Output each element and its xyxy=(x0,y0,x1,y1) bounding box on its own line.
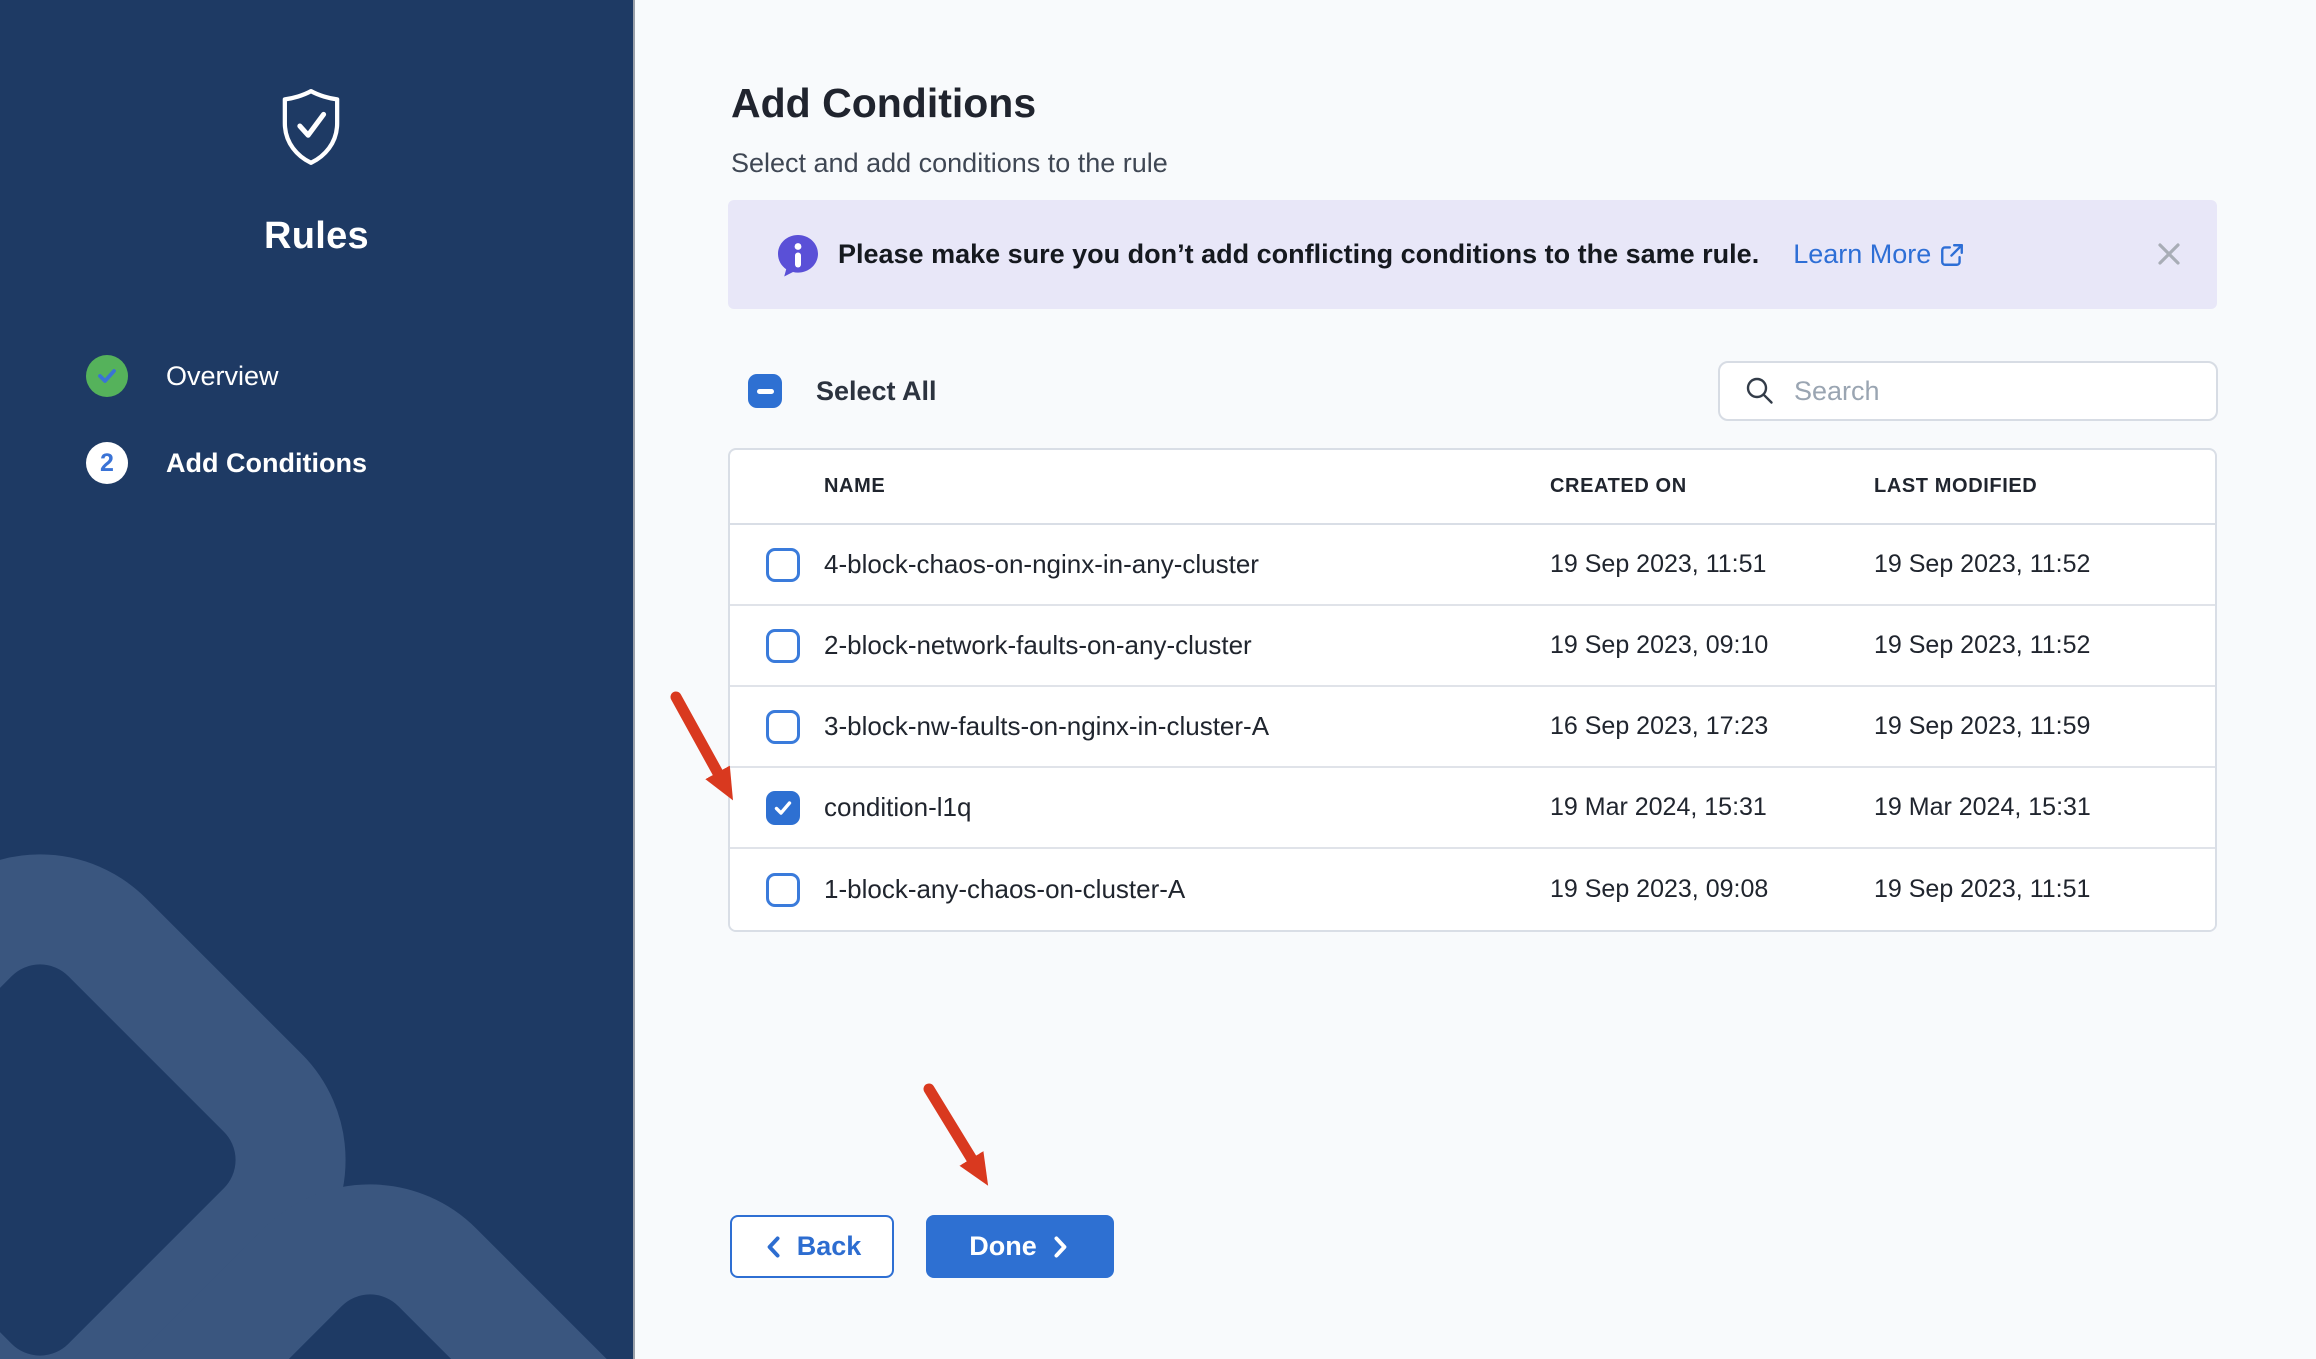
check-icon xyxy=(772,797,794,819)
table-row[interactable]: 1-block-any-chaos-on-cluster-A 19 Sep 20… xyxy=(730,849,2215,930)
chevron-right-icon xyxy=(1051,1235,1071,1259)
page-title: Add Conditions xyxy=(731,80,1036,127)
row-checkbox-unchecked[interactable] xyxy=(766,629,800,663)
step-label: Overview xyxy=(166,361,279,392)
last-modified-value: 19 Sep 2023, 11:52 xyxy=(1874,550,2215,579)
table-body: 4-block-chaos-on-nginx-in-any-cluster 19… xyxy=(730,525,2215,930)
back-button[interactable]: Back xyxy=(730,1215,894,1278)
wizard-title: Rules xyxy=(0,215,633,258)
done-button[interactable]: Done xyxy=(926,1215,1114,1278)
created-on-value: 19 Mar 2024, 15:31 xyxy=(1550,793,1874,822)
condition-name: condition-l1q xyxy=(824,792,1550,823)
row-checkbox-unchecked[interactable] xyxy=(766,548,800,582)
row-checkbox-checked[interactable] xyxy=(766,791,800,825)
condition-name: 1-block-any-chaos-on-cluster-A xyxy=(824,874,1550,905)
created-on-value: 19 Sep 2023, 09:10 xyxy=(1550,631,1874,660)
sidebar-step-add-conditions[interactable]: 2 Add Conditions xyxy=(86,442,367,484)
row-checkbox-cell xyxy=(730,548,824,582)
condition-name: 2-block-network-faults-on-any-cluster xyxy=(824,630,1550,661)
column-header-name: NAME xyxy=(824,475,1550,498)
condition-name: 3-block-nw-faults-on-nginx-in-cluster-A xyxy=(824,711,1550,742)
search-icon xyxy=(1744,375,1776,407)
shield-check-icon xyxy=(280,88,342,166)
row-checkbox-unchecked[interactable] xyxy=(766,873,800,907)
select-all-checkbox-indeterminate[interactable] xyxy=(748,374,782,408)
search-field xyxy=(1718,361,2218,421)
last-modified-value: 19 Mar 2024, 15:31 xyxy=(1874,793,2215,822)
rules-wizard-window: Rules Overview 2 Add Conditions Add Cond… xyxy=(0,0,2316,1359)
step-completed-check-icon xyxy=(86,355,128,397)
table-header-row: NAME CREATED ON LAST MODIFIED xyxy=(730,450,2215,525)
table-row[interactable]: condition-l1q 19 Mar 2024, 15:31 19 Mar … xyxy=(730,768,2215,849)
sidebar-step-overview[interactable]: Overview xyxy=(86,355,279,397)
wizard-sidebar: Rules Overview 2 Add Conditions xyxy=(0,0,635,1359)
step-number-badge: 2 xyxy=(86,442,128,484)
chevron-left-icon xyxy=(763,1235,783,1259)
row-checkbox-cell xyxy=(730,629,824,663)
select-all-label: Select All xyxy=(816,376,937,407)
indeterminate-dash-icon xyxy=(757,389,774,394)
external-link-icon xyxy=(1939,242,1965,268)
created-on-value: 19 Sep 2023, 11:51 xyxy=(1550,550,1874,579)
close-icon[interactable] xyxy=(2153,238,2185,270)
last-modified-value: 19 Sep 2023, 11:59 xyxy=(1874,712,2215,741)
table-row[interactable]: 4-block-chaos-on-nginx-in-any-cluster 19… xyxy=(730,525,2215,606)
learn-more-label: Learn More xyxy=(1793,239,1931,270)
condition-name: 4-block-chaos-on-nginx-in-any-cluster xyxy=(824,549,1550,580)
created-on-value: 16 Sep 2023, 17:23 xyxy=(1550,712,1874,741)
row-checkbox-cell xyxy=(730,710,824,744)
last-modified-value: 19 Sep 2023, 11:52 xyxy=(1874,631,2215,660)
row-checkbox-unchecked[interactable] xyxy=(766,710,800,744)
page-subtitle: Select and add conditions to the rule xyxy=(731,148,1168,179)
column-header-last-modified: LAST MODIFIED xyxy=(1874,475,2215,498)
column-header-created-on: CREATED ON xyxy=(1550,475,1874,498)
table-row[interactable]: 3-block-nw-faults-on-nginx-in-cluster-A … xyxy=(730,687,2215,768)
row-checkbox-cell xyxy=(730,873,824,907)
learn-more-link[interactable]: Learn More xyxy=(1793,239,1965,270)
search-input[interactable] xyxy=(1794,376,2194,407)
info-banner: Please make sure you don’t add conflicti… xyxy=(728,200,2217,309)
conditions-table: NAME CREATED ON LAST MODIFIED 4-block-ch… xyxy=(728,448,2217,932)
add-conditions-panel: Add Conditions Select and add conditions… xyxy=(635,0,2316,1359)
row-checkbox-cell xyxy=(730,791,824,825)
select-all-control[interactable]: Select All xyxy=(748,374,937,408)
info-bubble-icon xyxy=(776,233,820,277)
back-button-label: Back xyxy=(797,1231,862,1262)
created-on-value: 19 Sep 2023, 09:08 xyxy=(1550,875,1874,904)
done-button-label: Done xyxy=(969,1231,1037,1262)
last-modified-value: 19 Sep 2023, 11:51 xyxy=(1874,875,2215,904)
step-label: Add Conditions xyxy=(166,448,367,479)
table-row[interactable]: 2-block-network-faults-on-any-cluster 19… xyxy=(730,606,2215,687)
banner-message: Please make sure you don’t add conflicti… xyxy=(838,239,1759,270)
